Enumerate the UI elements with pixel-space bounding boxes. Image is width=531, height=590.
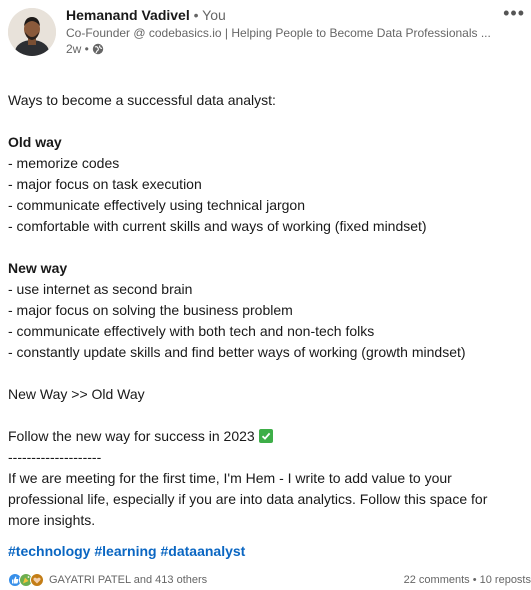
cta-text: Follow the new way for success in 2023	[8, 428, 255, 444]
intro-text: Ways to become a successful data analyst…	[8, 92, 276, 108]
social-counts: GAYATRI PATEL and 413 others 22 comments…	[8, 573, 531, 589]
hashtag-dataanalyst[interactable]: #dataanalyst	[161, 543, 246, 559]
post-age: 2w •	[66, 42, 89, 56]
check-mark-icon	[258, 429, 273, 443]
support-reaction-icon	[30, 573, 44, 587]
old-way-item: - major focus on task execution	[8, 176, 202, 192]
closing-text: If we are meeting for the first time, I'…	[8, 470, 488, 528]
post-body: Ways to become a successful data analyst…	[8, 90, 527, 531]
reactions-summary[interactable]: GAYATRI PATEL and 413 others	[8, 573, 207, 587]
reactors-text[interactable]: GAYATRI PATEL and 413 others	[49, 573, 207, 587]
hashtag-list: #technology #learning #dataanalyst	[8, 543, 245, 559]
old-way-item: - memorize codes	[8, 155, 120, 171]
reposts-count[interactable]: 10 reposts	[480, 574, 531, 586]
comments-count[interactable]: 22 comments	[404, 574, 470, 586]
more-options-button[interactable]: •••	[503, 4, 525, 22]
post-header: Hemanand Vadivel • You Co-Founder @ code…	[8, 4, 531, 62]
old-way-item: - communicate effectively using technica…	[8, 197, 306, 213]
author-line: Hemanand Vadivel • You	[66, 6, 491, 25]
comparison-text: New Way >> Old Way	[8, 386, 145, 402]
post-time: 2w •	[66, 41, 491, 57]
new-way-item: - use internet as second brain	[8, 281, 193, 297]
globe-icon	[92, 43, 104, 55]
new-way-item: - constantly update skills and find bett…	[8, 344, 466, 360]
author-meta: Hemanand Vadivel • You Co-Founder @ code…	[66, 6, 491, 57]
old-way-item: - comfortable with current skills and wa…	[8, 218, 427, 234]
engagement-counts: 22 comments • 10 reposts	[404, 573, 531, 587]
count-separator: •	[469, 574, 480, 586]
author-relation: • You	[189, 7, 226, 23]
cta-line: Follow the new way for success in 2023	[8, 426, 527, 447]
author-headline: Co-Founder @ codebasics.io | Helping Peo…	[66, 26, 491, 40]
author-name[interactable]: Hemanand Vadivel	[66, 7, 190, 23]
author-avatar[interactable]	[8, 8, 56, 56]
new-way-heading: New way	[8, 260, 68, 276]
hashtag-technology[interactable]: #technology	[8, 543, 90, 559]
divider-text: --------------------	[8, 449, 102, 465]
hashtag-learning[interactable]: #learning	[94, 543, 156, 559]
new-way-item: - major focus on solving the business pr…	[8, 302, 293, 318]
old-way-heading: Old way	[8, 134, 62, 150]
new-way-item: - communicate effectively with both tech…	[8, 323, 375, 339]
